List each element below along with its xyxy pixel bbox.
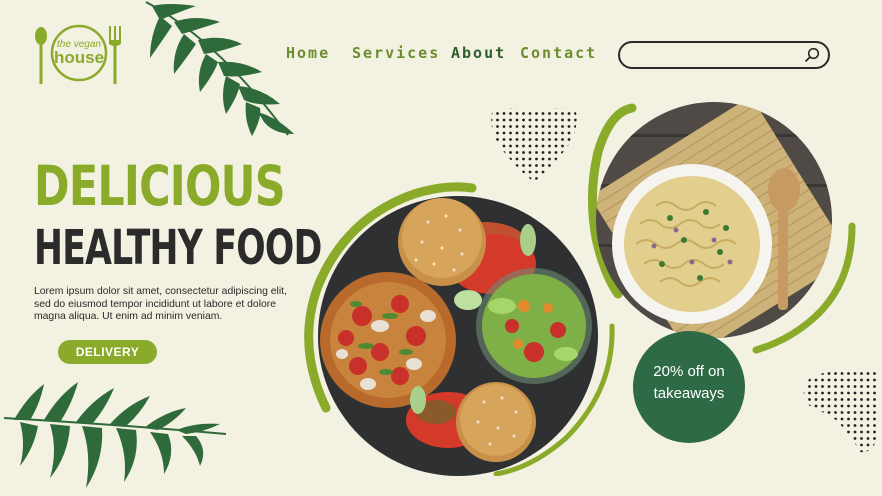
palm-leaf-top — [145, 1, 294, 136]
food-plate-image — [304, 182, 615, 476]
palm-leaf-bottom — [3, 382, 227, 488]
delivery-button[interactable]: DELIVERY — [58, 340, 157, 364]
fork-icon — [109, 26, 121, 84]
search-icon[interactable] — [804, 47, 820, 63]
nav-about[interactable]: About — [451, 44, 506, 62]
logo-name: house — [53, 48, 105, 67]
nav-services[interactable]: Services — [352, 44, 440, 62]
nav-contact[interactable]: Contact — [520, 44, 597, 62]
nav-home[interactable]: Home — [286, 44, 330, 62]
search-bar — [618, 41, 830, 69]
hero-description: Lorem ipsum dolor sit amet, consectetur … — [34, 286, 287, 322]
promo-badge[interactable]: 20% off on takeaways — [633, 331, 745, 443]
search-input[interactable] — [632, 46, 796, 64]
hero-title-line1: DELICIOUS — [34, 154, 286, 218]
hero-title-line2: HEALTHY FOOD — [34, 220, 322, 276]
spoon-icon — [35, 27, 47, 84]
dot-pattern-top — [491, 108, 577, 182]
promo-line2: takeaways — [653, 385, 725, 402]
logo[interactable]: the vegan house — [34, 22, 124, 86]
promo-line1: 20% off on — [653, 363, 725, 380]
soup-bowl-image — [587, 102, 856, 354]
dot-pattern-bottom — [803, 369, 880, 453]
